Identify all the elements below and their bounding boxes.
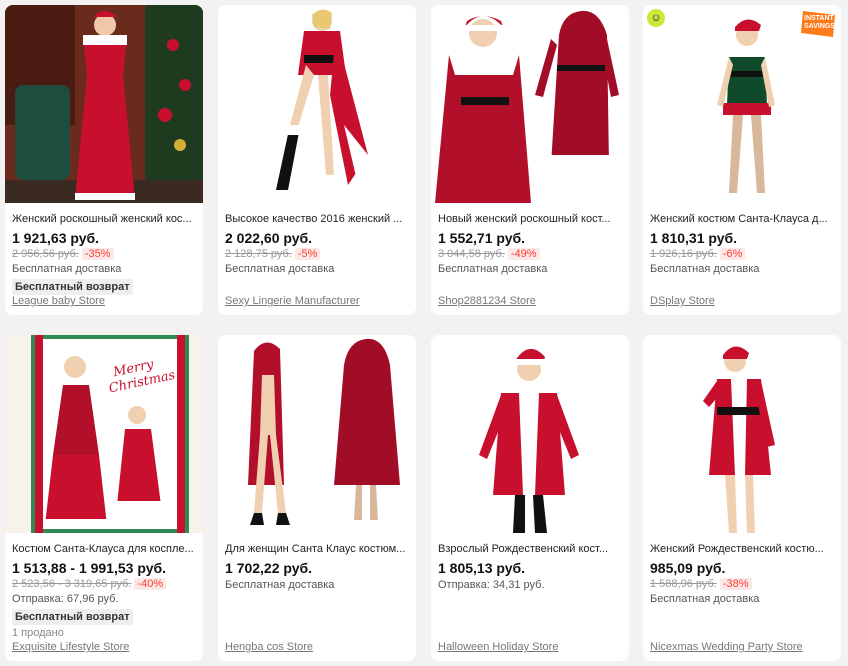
store-link[interactable]: Exquisite Lifestyle Store	[12, 640, 129, 654]
product-title[interactable]: Высокое качество 2016 женский ...	[225, 212, 409, 227]
product-title[interactable]: Новый женский роскошный кост...	[438, 212, 622, 227]
product-image[interactable]	[218, 335, 416, 533]
product-card[interactable]: Женский Рождественский костю... 985,09 р…	[643, 335, 841, 661]
product-title[interactable]: Женский роскошный женский кос...	[12, 212, 196, 227]
discount-badge: -5%	[294, 248, 321, 260]
store-link[interactable]: Halloween Holiday Store	[438, 640, 558, 654]
product-image[interactable]: Merry Christmas	[5, 335, 203, 533]
store-link[interactable]: League baby Store	[12, 294, 105, 308]
old-price: 2 128,75 руб.	[225, 248, 292, 260]
emoji-face-icon: ☺	[647, 9, 665, 27]
product-image[interactable]: ☺ INSTANT SAVINGS	[643, 5, 841, 203]
product-price: 1 702,22 руб.	[225, 560, 313, 576]
old-price: 2 523,56 - 3 319,65 руб.	[12, 578, 132, 590]
product-title[interactable]: Женский Рождественский костю...	[650, 542, 834, 557]
product-price: 1 810,31 руб.	[650, 230, 738, 246]
instant-savings-badge: INSTANT SAVINGS	[799, 9, 837, 39]
old-price: 3 044,58 руб.	[438, 248, 505, 260]
store-link[interactable]: Sexy Lingerie Manufacturer	[225, 294, 360, 308]
price-row: 1 588,96 руб. -38%	[650, 577, 834, 591]
product-price: 1 513,88 - 1 991,53 руб.	[12, 560, 167, 576]
shipping-info: Отправка: 34,31 руб.	[438, 579, 545, 591]
store-link[interactable]: Hengba cos Store	[225, 640, 313, 654]
discount-badge: -49%	[507, 248, 540, 260]
product-price: 985,09 руб.	[650, 560, 726, 576]
price-row: 3 044,58 руб. -49%	[438, 247, 622, 261]
discount-badge: -35%	[81, 248, 114, 260]
shipping-info: Бесплатная доставка	[225, 263, 335, 275]
product-price: 1 552,71 руб.	[438, 230, 526, 246]
product-card[interactable]: Высокое качество 2016 женский ... 2 022,…	[218, 5, 416, 315]
product-card[interactable]: Женский роскошный женский кос... 1 921,6…	[5, 5, 203, 315]
discount-badge: -40%	[134, 578, 167, 590]
discount-badge: -6%	[719, 248, 746, 260]
product-image[interactable]	[643, 335, 841, 533]
product-image[interactable]	[431, 5, 629, 203]
old-price: 1 926,16 руб.	[650, 248, 717, 260]
product-card[interactable]: Новый женский роскошный кост... 1 552,71…	[431, 5, 629, 315]
shipping-info: Бесплатная доставка	[225, 579, 335, 591]
price-row: 2 523,56 - 3 319,65 руб. -40%	[12, 577, 196, 591]
store-link[interactable]: Shop2881234 Store	[438, 294, 536, 308]
old-price: 2 956,56 руб.	[12, 248, 79, 260]
product-title[interactable]: Женский костюм Санта-Клауса д...	[650, 212, 834, 227]
product-card[interactable]: Merry Christmas Костюм Санта-Клауса для …	[5, 335, 203, 661]
old-price: 1 588,96 руб.	[650, 578, 717, 590]
product-title[interactable]: Для женщин Санта Клаус костюм...	[225, 542, 409, 557]
discount-badge: -38%	[719, 578, 752, 590]
shipping-info: Бесплатная доставка	[650, 263, 760, 275]
instant-savings-label: INSTANT SAVINGS	[804, 15, 835, 30]
store-link[interactable]: DSplay Store	[650, 294, 715, 308]
free-return-badge: Бесплатный возврат	[12, 609, 133, 625]
price-row: 2 128,75 руб. -5%	[225, 247, 409, 261]
product-image[interactable]	[218, 5, 416, 203]
product-card[interactable]: Взрослый Рождественский кост... 1 805,13…	[431, 335, 629, 661]
sold-count: 1 продано	[12, 627, 64, 639]
store-link[interactable]: Nicexmas Wedding Party Store	[650, 640, 803, 654]
shipping-info: Отправка: 67,96 руб.	[12, 593, 119, 605]
product-price: 1 921,63 руб.	[12, 230, 100, 246]
product-grid: Женский роскошный женский кос... 1 921,6…	[0, 0, 848, 666]
price-row: 1 926,16 руб. -6%	[650, 247, 834, 261]
product-price: 1 805,13 руб.	[438, 560, 526, 576]
shipping-info: Бесплатная доставка	[12, 263, 122, 275]
product-image[interactable]	[431, 335, 629, 533]
product-card[interactable]: Для женщин Санта Клаус костюм... 1 702,2…	[218, 335, 416, 661]
product-title[interactable]: Костюм Санта-Клауса для косплe...	[12, 542, 196, 557]
product-image[interactable]	[5, 5, 203, 203]
price-row: 2 956,56 руб. -35%	[12, 247, 196, 261]
product-card[interactable]: ☺ INSTANT SAVINGS Женский костюм Санта-К…	[643, 5, 841, 315]
product-title[interactable]: Взрослый Рождественский кост...	[438, 542, 622, 557]
product-price: 2 022,60 руб.	[225, 230, 313, 246]
shipping-info: Бесплатная доставка	[650, 593, 760, 605]
shipping-info: Бесплатная доставка	[438, 263, 548, 275]
free-return-badge: Бесплатный возврат	[12, 279, 133, 295]
